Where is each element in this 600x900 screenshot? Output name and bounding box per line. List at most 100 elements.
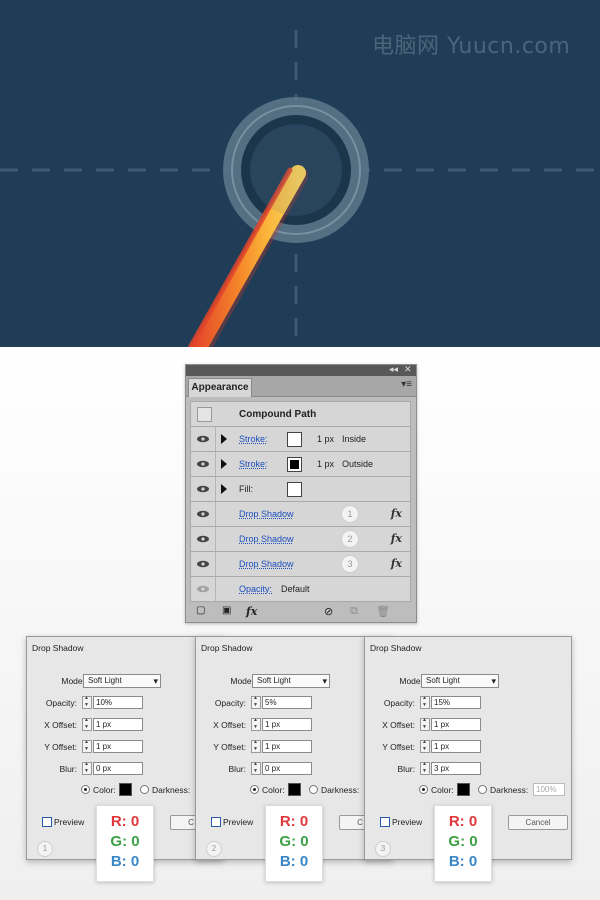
x-offset-label: X Offset: — [44, 720, 77, 730]
drop-shadow-link[interactable]: Drop Shadow — [239, 534, 294, 544]
dialog-title: Drop Shadow — [370, 643, 422, 653]
blur-input[interactable]: 3 px — [431, 762, 481, 775]
eye-icon[interactable] — [196, 485, 210, 493]
preview-checkbox[interactable] — [211, 817, 221, 827]
appearance-panel[interactable]: ◂◂ ✕ Appearance ▾≡ Compound Path Stroke:… — [185, 364, 417, 623]
blur-stepper[interactable] — [82, 761, 92, 775]
fx-icon[interactable]: fx — [391, 557, 402, 570]
y-offset-stepper[interactable] — [420, 739, 430, 753]
panel-footer: ▢ ▣ fx ⊘ ⧉ 🗑 — [186, 602, 416, 622]
delete-item-icon[interactable]: 🗑 — [376, 605, 390, 618]
y-offset-input[interactable]: 1 px — [431, 740, 481, 753]
preview-checkbox[interactable] — [380, 817, 390, 827]
eye-icon[interactable] — [196, 510, 210, 518]
x-offset-input[interactable]: 1 px — [431, 718, 481, 731]
preview-label: Preview — [54, 817, 85, 827]
color-radio[interactable] — [250, 785, 259, 794]
step-badge: 2 — [206, 841, 222, 857]
darkness-radio[interactable] — [140, 785, 149, 794]
opacity-input[interactable]: 15% — [431, 696, 481, 709]
expand-triangle-icon[interactable] — [221, 484, 227, 494]
fx-icon[interactable]: fx — [391, 507, 402, 520]
y-offset-input[interactable]: 1 px — [262, 740, 312, 753]
appearance-row-stroke-outside[interactable]: Stroke: 1 px Outside — [190, 452, 411, 477]
close-icon[interactable]: ✕ — [404, 364, 412, 375]
header-row[interactable]: Compound Path — [190, 401, 411, 427]
y-offset-stepper[interactable] — [251, 739, 261, 753]
stroke-swatch[interactable] — [287, 457, 302, 472]
drop-shadow-link[interactable]: Drop Shadow — [239, 559, 294, 569]
clear-appearance-icon[interactable]: ⊘ — [324, 605, 333, 618]
x-offset-label: X Offset: — [382, 720, 415, 730]
shadow-color-swatch[interactable] — [288, 783, 301, 796]
eye-icon[interactable] — [196, 535, 210, 543]
opacity-input[interactable]: 10% — [93, 696, 143, 709]
opacity-stepper[interactable] — [251, 695, 261, 709]
color-radio[interactable] — [81, 785, 90, 794]
x-offset-stepper[interactable] — [82, 717, 92, 731]
y-offset-label: Y Offset: — [382, 742, 415, 752]
appearance-list: Compound Path Stroke: 1 px Inside Stroke… — [190, 401, 411, 602]
shadow-color-swatch[interactable] — [457, 783, 470, 796]
blur-input[interactable]: 0 px — [93, 762, 143, 775]
eye-icon[interactable] — [196, 585, 210, 593]
blue-value: B: 0 — [279, 853, 309, 870]
blur-stepper[interactable] — [420, 761, 430, 775]
appearance-row-opacity[interactable]: Opacity: Default — [190, 577, 411, 602]
stroke-weight: 1 px — [317, 459, 335, 469]
red-value: R: 0 — [448, 813, 478, 830]
y-offset-input[interactable]: 1 px — [93, 740, 143, 753]
eye-icon[interactable] — [196, 460, 210, 468]
preview-checkbox[interactable] — [42, 817, 52, 827]
appearance-row-drop-shadow-2[interactable]: Drop Shadow 2 fx — [190, 527, 411, 552]
add-fill-icon[interactable]: ▣ — [222, 605, 231, 616]
stroke-swatch[interactable] — [287, 432, 302, 447]
stroke-link[interactable]: Stroke: — [239, 434, 268, 444]
eye-icon[interactable] — [196, 560, 210, 568]
appearance-row-drop-shadow-1[interactable]: Drop Shadow 1 fx — [190, 502, 411, 527]
opacity-link[interactable]: Opacity: — [239, 584, 272, 594]
darkness-label: Darkness: — [321, 785, 360, 795]
opacity-stepper[interactable] — [420, 695, 430, 709]
appearance-row-drop-shadow-3[interactable]: Drop Shadow 3 fx — [190, 552, 411, 577]
x-offset-input[interactable]: 1 px — [262, 718, 312, 731]
drop-shadow-link[interactable]: Drop Shadow — [239, 509, 294, 519]
expand-triangle-icon[interactable] — [221, 459, 227, 469]
opacity-input[interactable]: 5% — [262, 696, 312, 709]
appearance-row-fill[interactable]: Fill: — [190, 477, 411, 502]
fill-swatch[interactable] — [287, 482, 302, 497]
add-stroke-icon[interactable]: ▢ — [196, 605, 205, 616]
mode-select[interactable]: Soft Light — [421, 674, 499, 688]
add-effect-icon[interactable]: fx — [246, 605, 257, 618]
eye-icon[interactable] — [196, 435, 210, 443]
blur-stepper[interactable] — [251, 761, 261, 775]
color-radio[interactable] — [419, 785, 428, 794]
stroke-link[interactable]: Stroke: — [239, 459, 268, 469]
mode-select[interactable]: Soft Light — [83, 674, 161, 688]
collapse-icon[interactable]: ◂◂ — [389, 364, 398, 375]
mode-select[interactable]: Soft Light — [252, 674, 330, 688]
shadow-color-swatch[interactable] — [119, 783, 132, 796]
blur-label: Blur: — [228, 764, 246, 774]
x-offset-input[interactable]: 1 px — [93, 718, 143, 731]
expand-triangle-icon[interactable] — [221, 434, 227, 444]
opacity-label: Opacity: — [383, 698, 415, 708]
cancel-button[interactable]: Cancel — [508, 815, 568, 830]
appearance-row-stroke-inside[interactable]: Stroke: 1 px Inside — [190, 427, 411, 452]
darkness-input[interactable]: 100% — [533, 783, 565, 796]
x-offset-stepper[interactable] — [251, 717, 261, 731]
y-offset-stepper[interactable] — [82, 739, 92, 753]
duplicate-item-icon[interactable]: ⧉ — [350, 605, 358, 618]
blur-input[interactable]: 0 px — [262, 762, 312, 775]
darkness-radio[interactable] — [478, 785, 487, 794]
panel-titlebar[interactable]: ◂◂ ✕ — [186, 364, 416, 376]
darkness-radio[interactable] — [309, 785, 318, 794]
artboard: 电脑网 Yuucn.com — [0, 0, 600, 347]
opacity-stepper[interactable] — [82, 695, 92, 709]
mode-label: Mode: — [230, 676, 254, 686]
step-badge: 2 — [341, 530, 359, 548]
tab-appearance[interactable]: Appearance — [188, 378, 252, 397]
x-offset-stepper[interactable] — [420, 717, 430, 731]
panel-menu-icon[interactable]: ▾≡ — [401, 379, 412, 390]
fx-icon[interactable]: fx — [391, 532, 402, 545]
